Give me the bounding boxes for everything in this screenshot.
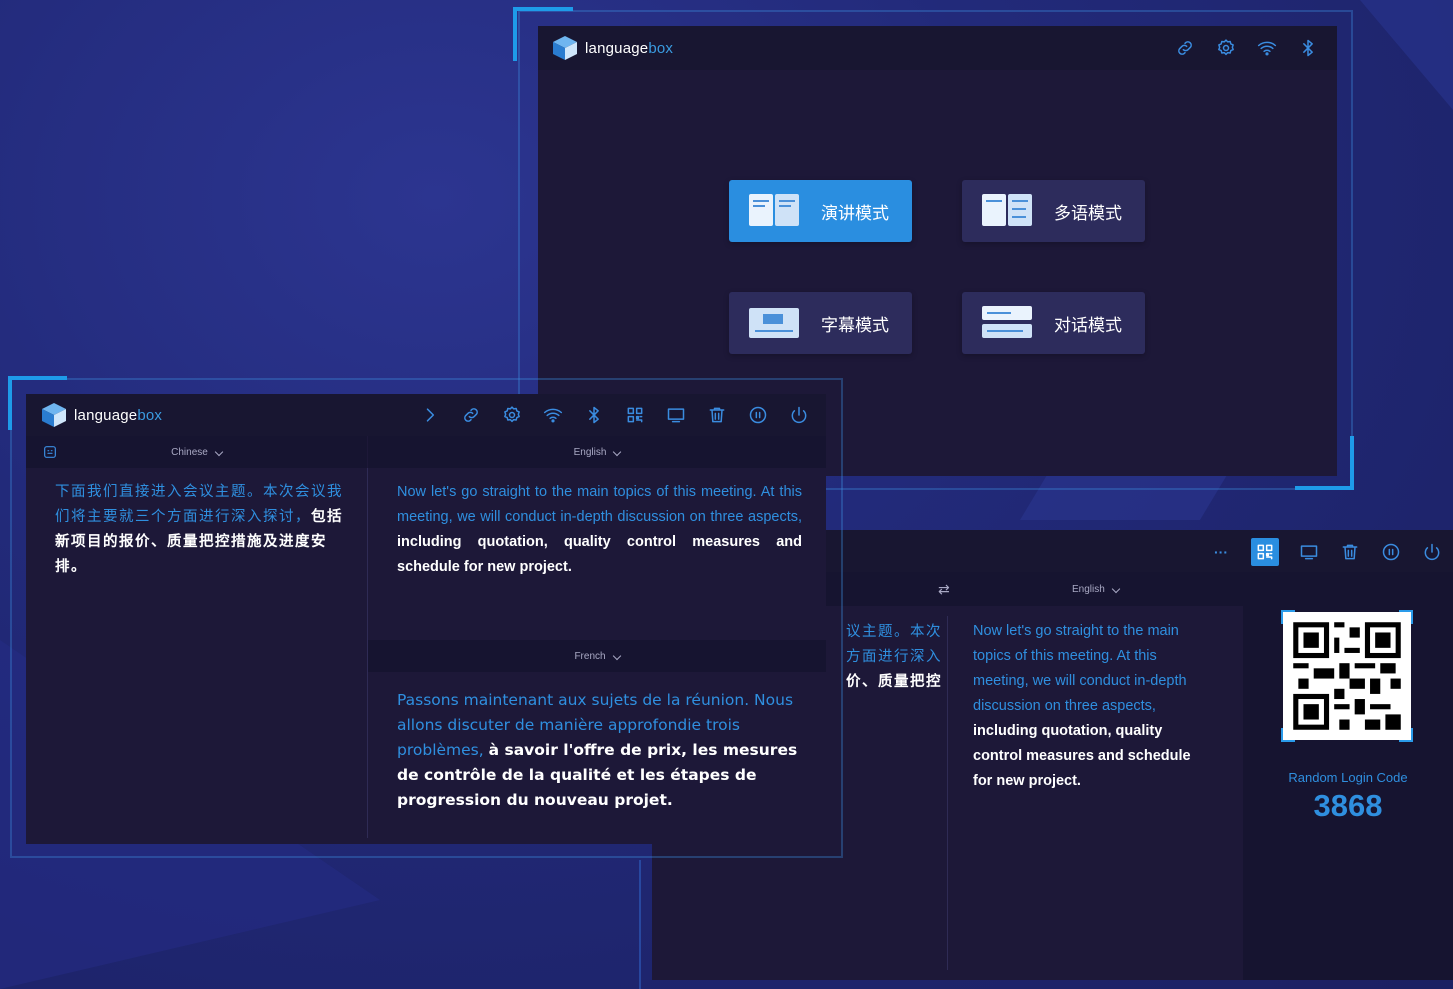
- qr-code-icon[interactable]: [624, 404, 646, 426]
- gear-icon[interactable]: [1215, 37, 1237, 59]
- trash-icon[interactable]: [1339, 541, 1361, 563]
- wifi-icon[interactable]: [1256, 37, 1278, 59]
- speech-mode-icon: [749, 192, 801, 230]
- qr-frame-corner: [1399, 610, 1413, 624]
- scan-icon[interactable]: [39, 441, 61, 463]
- mode-label: 多语模式: [1054, 203, 1122, 224]
- pause-icon[interactable]: [747, 404, 769, 426]
- bluetooth-icon[interactable]: [1297, 37, 1319, 59]
- mode-button-dialogue[interactable]: 对话模式: [962, 292, 1145, 354]
- mode-button-subtitle[interactable]: 字幕模式: [729, 292, 912, 354]
- french-lang-bar: French: [368, 640, 826, 672]
- translate-header-icons: [419, 404, 810, 426]
- login-panel: Random Login Code 3868: [1243, 572, 1453, 980]
- english-text: Now let's go straight to the main topics…: [397, 484, 802, 575]
- swap-languages-icon[interactable]: ⇄: [938, 581, 950, 598]
- logo-text: languagebox: [585, 39, 674, 57]
- source-lang-bar: Chinese: [26, 436, 367, 468]
- logo: languagebox: [549, 34, 673, 62]
- subtitle-mode-icon: [749, 304, 801, 342]
- link-icon[interactable]: [460, 404, 482, 426]
- trash-icon[interactable]: [706, 404, 728, 426]
- right-english-text: Now let's go straight to the main topics…: [973, 623, 1191, 789]
- mode-label: 字幕模式: [821, 315, 889, 336]
- wifi-icon[interactable]: [542, 404, 564, 426]
- qr-frame-corner: [1281, 728, 1295, 742]
- bluetooth-icon[interactable]: [583, 404, 605, 426]
- chevron-right-icon[interactable]: [419, 404, 441, 426]
- power-icon[interactable]: [788, 404, 810, 426]
- qr-frame-corner: [1399, 728, 1413, 742]
- qr-code-image: [1283, 612, 1411, 740]
- logo-cube-icon: [42, 403, 66, 427]
- mode-button-speech[interactable]: 演讲模式: [729, 180, 912, 242]
- english-lang-bar: English: [368, 436, 826, 468]
- power-icon[interactable]: [1421, 541, 1443, 563]
- mode-label: 对话模式: [1054, 315, 1122, 336]
- source-language-select[interactable]: Chinese: [171, 447, 224, 458]
- dialogue-mode-icon: [982, 304, 1034, 342]
- translate-window-header: languagebox: [26, 394, 826, 436]
- main-window-header: languagebox: [538, 26, 1337, 70]
- qr-frame-corner: [1281, 610, 1295, 624]
- login-code: 3868: [1313, 788, 1383, 823]
- login-qr-code: [1283, 612, 1411, 740]
- mode-button-multilingual[interactable]: 多语模式: [962, 180, 1145, 242]
- more-icon[interactable]: ···: [1210, 541, 1232, 563]
- multilingual-mode-icon: [982, 192, 1034, 230]
- target-language-select[interactable]: English: [1072, 584, 1121, 595]
- monitor-icon[interactable]: [1298, 541, 1320, 563]
- translate-window: languagebox Chinese 下面我们直接进入会议主题。本次会议我们将…: [26, 394, 826, 844]
- french-text: Passons maintenant aux sujets de la réun…: [397, 691, 798, 809]
- qr-code-icon[interactable]: [1251, 538, 1279, 566]
- source-text: 下面我们直接进入会议主题。本次会议我们将主要就三个方面进行深入探讨，包括新项目的…: [55, 484, 343, 575]
- right-header-icons: ···: [1210, 538, 1443, 566]
- logo-cube-icon: [553, 36, 577, 60]
- main-header-icons: [1174, 37, 1319, 59]
- right-column-divider: [947, 616, 948, 970]
- gear-icon[interactable]: [501, 404, 523, 426]
- mode-label: 演讲模式: [821, 203, 889, 224]
- logo-text: languagebox: [74, 406, 163, 424]
- target-language-select-2[interactable]: French: [574, 651, 621, 662]
- login-code-label: Random Login Code: [1288, 770, 1408, 785]
- monitor-icon[interactable]: [665, 404, 687, 426]
- target-language-select-1[interactable]: English: [574, 447, 622, 458]
- link-icon[interactable]: [1174, 37, 1196, 59]
- pause-icon[interactable]: [1380, 541, 1402, 563]
- logo: languagebox: [38, 401, 162, 429]
